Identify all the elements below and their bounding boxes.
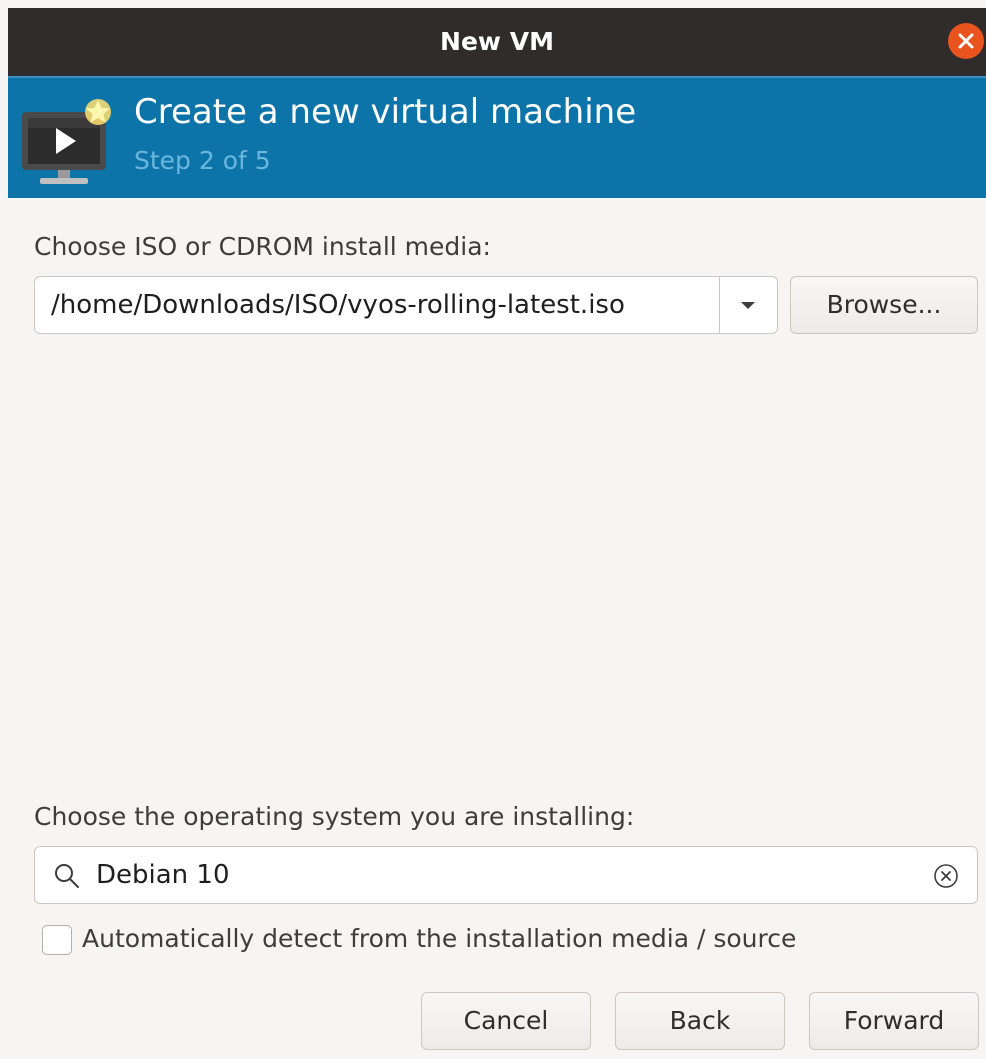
close-button[interactable] bbox=[948, 23, 984, 59]
install-media-label: Choose ISO or CDROM install media: bbox=[34, 232, 491, 261]
search-icon bbox=[55, 864, 79, 888]
back-button[interactable]: Back bbox=[615, 992, 785, 1050]
wizard-content: Choose ISO or CDROM install media: /home… bbox=[8, 198, 986, 1059]
browse-button[interactable]: Browse... bbox=[790, 276, 978, 334]
os-search-input[interactable]: Debian 10 bbox=[34, 846, 978, 904]
close-icon bbox=[958, 33, 974, 49]
auto-detect-checkbox[interactable] bbox=[42, 925, 72, 955]
os-search-value[interactable]: Debian 10 bbox=[96, 859, 230, 891]
new-vm-dialog: New VM Create a new virtual machine Step… bbox=[0, 0, 986, 1059]
chevron-down-icon bbox=[741, 302, 755, 309]
wizard-header: Create a new virtual machine Step 2 of 5 bbox=[8, 76, 986, 198]
install-media-dropdown-button[interactable] bbox=[719, 277, 777, 333]
clear-icon[interactable] bbox=[932, 862, 960, 890]
auto-detect-label[interactable]: Automatically detect from the installati… bbox=[82, 922, 796, 956]
wizard-title: Create a new virtual machine bbox=[134, 92, 637, 132]
install-media-combo[interactable]: /home/Downloads/ISO/vyos-rolling-latest.… bbox=[34, 276, 778, 334]
wizard-step: Step 2 of 5 bbox=[134, 146, 271, 175]
title-bar: New VM bbox=[8, 8, 986, 76]
os-label: Choose the operating system you are inst… bbox=[34, 802, 635, 831]
window-title: New VM bbox=[440, 27, 554, 56]
cancel-button[interactable]: Cancel bbox=[421, 992, 591, 1050]
forward-button[interactable]: Forward bbox=[809, 992, 979, 1050]
install-media-value[interactable]: /home/Downloads/ISO/vyos-rolling-latest.… bbox=[51, 289, 625, 321]
new-vm-monitor-icon bbox=[22, 99, 111, 184]
